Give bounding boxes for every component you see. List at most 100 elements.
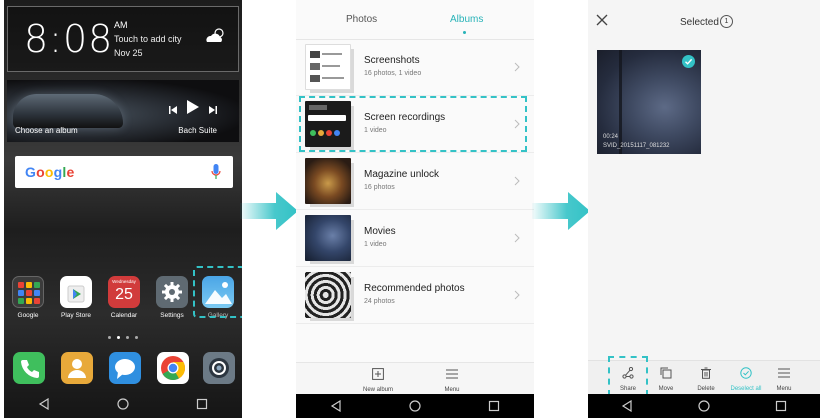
next-track-icon[interactable] [209, 101, 217, 119]
menu-label: Menu [776, 386, 792, 392]
recents-icon[interactable] [196, 398, 208, 410]
chrome-icon[interactable] [157, 352, 189, 384]
tutorial-canvas: 8:08 AM Touch to add city Nov 25 Choose … [0, 0, 820, 418]
menu-icon [778, 368, 790, 378]
settings-gear-icon [156, 276, 188, 308]
album-name: Magazine unlock [364, 169, 440, 180]
album-name: Screenshots [364, 55, 420, 66]
contacts-icon[interactable] [61, 352, 93, 384]
delete-label: Delete [697, 386, 715, 392]
album-count: 24 photos [364, 298, 395, 305]
move-button[interactable]: Move [644, 366, 688, 392]
step-arrow-icon [532, 192, 590, 230]
app-settings[interactable]: Settings [149, 276, 195, 319]
clock-time: 8:08 [24, 17, 114, 61]
play-icon[interactable] [187, 100, 199, 119]
menu-icon [446, 369, 458, 379]
clock-ampm: AM [114, 20, 128, 30]
selection-count-badge: 1 [720, 15, 733, 28]
chevron-right-icon [514, 233, 520, 243]
back-icon[interactable] [330, 400, 342, 412]
artist-label: Bach Suite [178, 126, 217, 135]
step-arrow-icon [240, 192, 298, 230]
home-screen: 8:08 AM Touch to add city Nov 25 Choose … [4, 0, 242, 418]
selected-video-thumbnail[interactable]: 00:24 SVID_20151117_081232 [597, 50, 701, 154]
selection-title: Selected [680, 17, 719, 28]
album-art [13, 94, 123, 128]
album-count: 16 photos, 1 video [364, 70, 422, 77]
app-label: Settings [160, 312, 184, 319]
microphone-icon[interactable] [211, 164, 221, 180]
home-icon[interactable] [409, 400, 421, 412]
screen-recordings-highlight-box [299, 96, 527, 152]
album-thumbnail [305, 44, 351, 90]
new-album-button[interactable]: New album [348, 367, 408, 393]
messages-icon[interactable] [109, 352, 141, 384]
chevron-right-icon [514, 290, 520, 300]
page-dot [135, 336, 138, 339]
menu-label: Menu [444, 387, 460, 393]
tab-photos[interactable]: Photos [346, 14, 377, 25]
back-icon[interactable] [38, 398, 50, 410]
album-row-recommended-photos[interactable]: Recommended photos 24 photos [296, 268, 534, 324]
clock-date: Nov 25 [114, 48, 143, 58]
calendar-day: 25 [115, 286, 133, 303]
move-icon [660, 367, 672, 379]
albums-screen: Photos Albums Screenshots 16 photos, 1 v… [296, 0, 534, 418]
chevron-right-icon [514, 62, 520, 72]
chevron-right-icon [514, 176, 520, 186]
check-icon[interactable] [682, 55, 695, 68]
app-label: Google [17, 312, 39, 319]
album-count: 16 photos [364, 184, 395, 191]
clock-city-prompt[interactable]: Touch to add city [114, 34, 182, 44]
gallery-highlight-box [193, 266, 242, 318]
page-dot [126, 336, 129, 339]
navigation-bar [296, 394, 534, 418]
tab-bar: Photos Albums [296, 0, 534, 40]
menu-button[interactable]: Menu [762, 366, 806, 392]
phone-icon[interactable] [13, 352, 45, 384]
page-dot [117, 336, 120, 339]
clock-widget[interactable]: 8:08 AM Touch to add city Nov 25 [7, 6, 239, 72]
new-album-label: New album [362, 387, 393, 393]
album-count: 1 video [364, 241, 387, 248]
tab-albums[interactable]: Albums [450, 14, 483, 25]
close-icon[interactable] [596, 14, 608, 26]
app-play-store[interactable]: Play Store [53, 276, 99, 319]
app-label: Play Store [61, 312, 91, 319]
google-folder-icon [12, 276, 44, 308]
album-name: Movies [364, 226, 396, 237]
back-icon[interactable] [621, 400, 633, 412]
album-row-magazine-unlock[interactable]: Magazine unlock 16 photos [296, 154, 534, 210]
page-indicator [108, 336, 138, 339]
home-icon[interactable] [698, 400, 710, 412]
dock [4, 350, 242, 386]
selection-header: Selected 1 [588, 0, 820, 44]
album-name: Recommended photos [364, 283, 465, 294]
home-icon[interactable] [117, 398, 129, 410]
previous-track-icon[interactable] [169, 101, 177, 119]
app-label: Calendar [110, 312, 138, 319]
navigation-bar [588, 394, 820, 418]
recents-icon[interactable] [488, 400, 500, 412]
menu-button[interactable]: Menu [422, 367, 482, 393]
play-store-icon [60, 276, 92, 308]
album-row-movies[interactable]: Movies 1 video [296, 211, 534, 267]
app-calendar[interactable]: Wednesday 25 Calendar [101, 276, 147, 319]
add-album-icon [372, 368, 384, 380]
deselect-check-icon [740, 367, 752, 379]
album-row-screenshots[interactable]: Screenshots 16 photos, 1 video [296, 40, 534, 96]
music-controls [169, 100, 217, 119]
album-thumbnail [305, 272, 351, 318]
recents-icon[interactable] [775, 400, 787, 412]
album-thumbnail [305, 158, 351, 204]
delete-button[interactable]: Delete [684, 366, 728, 392]
camera-icon[interactable] [203, 352, 235, 384]
calendar-weekday: Wednesday [112, 279, 136, 284]
video-filename: SVID_20151117_081232 [603, 143, 670, 149]
app-google-folder[interactable]: Google [5, 276, 51, 319]
navigation-bar [4, 390, 242, 418]
google-search-bar[interactable]: Google [15, 156, 233, 188]
music-widget[interactable]: Choose an album Bach Suite [7, 80, 239, 142]
selection-screen: Selected 1 00:24 SVID_20151117_081232 Sh… [588, 0, 820, 418]
